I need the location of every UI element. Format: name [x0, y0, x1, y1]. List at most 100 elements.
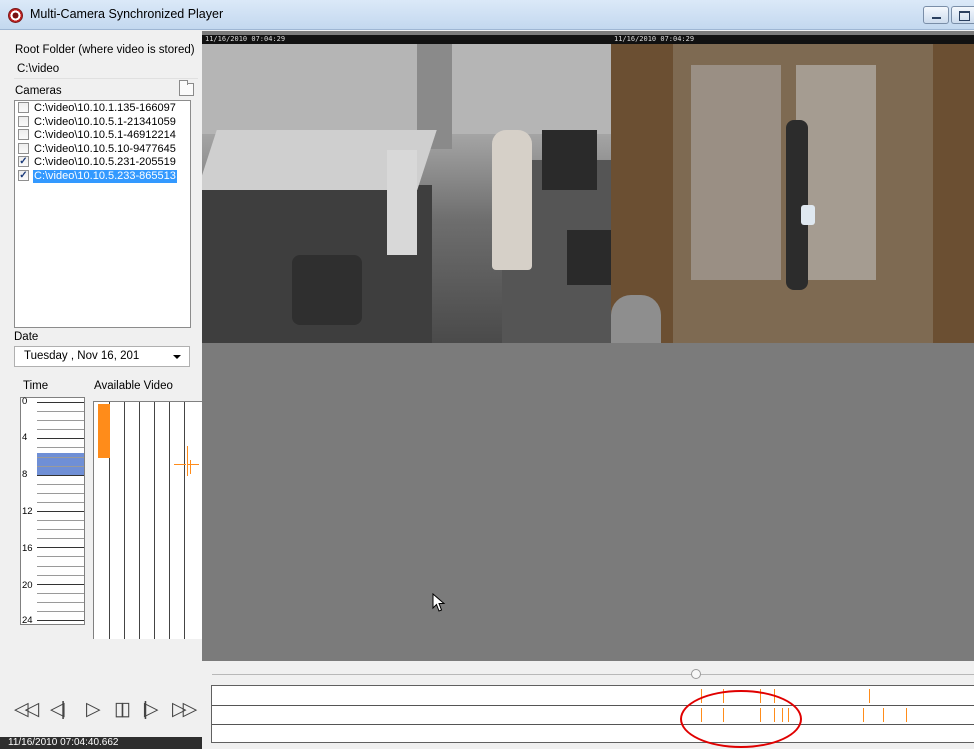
minimize-button[interactable] — [923, 6, 949, 24]
time-tick — [37, 493, 84, 494]
time-tick — [37, 575, 84, 576]
timeline-slider-track[interactable] — [212, 674, 974, 675]
availability-block[interactable] — [98, 404, 110, 458]
time-tick — [37, 584, 84, 585]
app-window: Multi-Camera Synchronized Player Root Fo… — [0, 0, 974, 749]
availability-mark[interactable] — [187, 464, 199, 465]
timeline-tracks[interactable] — [211, 685, 974, 743]
time-tick — [37, 556, 84, 557]
title-bar: Multi-Camera Synchronized Player — [0, 0, 974, 30]
chair — [292, 255, 362, 325]
time-tick-label: 12 — [22, 506, 33, 517]
chair — [542, 130, 597, 190]
camera-checkbox[interactable] — [18, 142, 29, 154]
camera-feed-2[interactable]: 11/16/2010 07:04:29 — [611, 35, 974, 343]
pause-button[interactable]: ▯▯ — [114, 696, 131, 724]
timeline-slider-thumb[interactable] — [691, 669, 701, 679]
camera-checkbox[interactable] — [18, 129, 29, 140]
time-tick — [37, 475, 84, 476]
time-tick — [37, 593, 84, 594]
time-tick — [37, 538, 84, 539]
camera-path: C:\video\10.10.5.10-9477645 — [34, 142, 176, 155]
timeline-event-mark[interactable] — [883, 708, 884, 722]
current-timestamp: 11/16/2010 07:04:40.662 — [0, 737, 202, 749]
annotation-ellipse — [680, 690, 802, 748]
rewind-button[interactable]: ◁◁ — [14, 696, 39, 724]
time-tick — [37, 447, 84, 448]
time-tick-label: 24 — [22, 615, 33, 626]
time-tick — [37, 438, 84, 439]
available-video-grid[interactable] — [93, 401, 202, 639]
transport-controls: ◁◁ ◁| ▷ ▯▯ |▷ ▷▷ — [0, 696, 202, 736]
camera-path: C:\video\10.10.5.233-865513 — [33, 169, 177, 183]
date-picker[interactable]: Tuesday , Nov 16, 201 — [14, 346, 190, 367]
browse-folder-icon[interactable] — [179, 80, 194, 96]
camera-list[interactable]: C:\video\10.10.1.135-166097 C:\video\10.… — [14, 100, 191, 328]
camera-list-item[interactable]: C:\video\10.10.5.10-9477645 — [15, 142, 190, 157]
time-tick — [37, 529, 84, 530]
time-tick — [37, 429, 84, 430]
time-tick — [37, 402, 84, 403]
camera-list-item[interactable]: ✓ C:\video\10.10.5.233-865513 — [15, 169, 190, 184]
play-button[interactable]: ▷ — [86, 696, 100, 724]
grid-line — [154, 402, 155, 639]
feed-timestamp-overlay: 11/16/2010 07:04:29 — [611, 35, 974, 44]
camera-checkbox[interactable] — [18, 115, 29, 127]
availability-mark[interactable] — [174, 464, 186, 465]
camera-list-item[interactable]: C:\video\10.10.5.1-46912214 — [15, 129, 190, 143]
time-tick — [37, 511, 84, 512]
timeline-event-mark[interactable] — [863, 708, 864, 722]
camera-eye-icon — [8, 8, 23, 23]
chair — [567, 230, 611, 285]
camera-path: C:\video\10.10.5.231-205519 — [34, 156, 176, 168]
time-tick — [37, 457, 84, 458]
camera-path: C:\video\10.10.1.135-166097 — [34, 102, 176, 114]
camera-path: C:\video\10.10.5.1-46912214 — [34, 129, 176, 141]
camera-checkbox[interactable] — [18, 102, 29, 113]
time-tick — [37, 484, 84, 485]
track-divider — [212, 705, 974, 706]
camera-list-item[interactable]: ✓ C:\video\10.10.5.231-205519 — [15, 156, 190, 170]
camera-list-item[interactable]: C:\video\10.10.1.135-166097 — [15, 102, 190, 116]
glass-pane — [796, 65, 876, 280]
availability-mark[interactable] — [187, 446, 188, 476]
time-label: Time — [23, 380, 49, 392]
time-tick-label: 20 — [22, 580, 33, 591]
feed-timestamp-overlay: 11/16/2010 07:04:29 — [202, 35, 611, 44]
wall — [202, 44, 611, 134]
chevron-down-icon[interactable] — [173, 355, 181, 359]
camera-feed-1[interactable]: 11/16/2010 07:04:29 — [202, 35, 611, 343]
camera-path: C:\video\10.10.5.1-21341059 — [34, 115, 176, 128]
time-tick-label: 4 — [22, 432, 28, 443]
window-title: Multi-Camera Synchronized Player — [30, 7, 224, 21]
time-tick — [37, 420, 84, 421]
timeline-event-mark[interactable] — [906, 708, 907, 722]
video-display[interactable]: 11/16/2010 07:04:29 11/16/2010 07:04:29 — [202, 31, 974, 661]
person-head — [611, 295, 661, 343]
camera-list-item[interactable]: C:\video\10.10.5.1-21341059 — [15, 115, 190, 130]
date-label: Date — [14, 331, 39, 343]
time-tick — [37, 411, 84, 412]
door-frame-right — [933, 44, 974, 343]
maximize-button[interactable] — [951, 6, 974, 24]
mouse-pointer-icon — [432, 593, 446, 612]
timeline[interactable] — [202, 661, 974, 749]
time-tick — [37, 466, 84, 467]
availability-mark[interactable] — [190, 460, 191, 474]
time-tick-label: 16 — [22, 543, 33, 554]
camera-checkbox[interactable]: ✓ — [18, 156, 29, 167]
time-tick — [37, 602, 84, 603]
control-panel: Root Folder (where video is stored) C:\v… — [0, 31, 202, 749]
timeline-event-mark[interactable] — [869, 689, 870, 703]
time-scale[interactable]: 0 4 8 12 16 20 24 — [20, 396, 85, 626]
step-back-button[interactable]: ◁| — [50, 696, 65, 724]
water-jug — [801, 205, 815, 225]
step-forward-button[interactable]: |▷ — [143, 696, 158, 724]
camera-checkbox[interactable]: ✓ — [18, 169, 29, 181]
time-tick-label: 0 — [22, 396, 28, 407]
fast-forward-button[interactable]: ▷▷ — [172, 696, 197, 724]
root-folder-field[interactable]: C:\video — [14, 61, 198, 79]
time-tick — [37, 611, 84, 612]
grid-line — [169, 402, 170, 639]
cabinet — [387, 150, 417, 255]
